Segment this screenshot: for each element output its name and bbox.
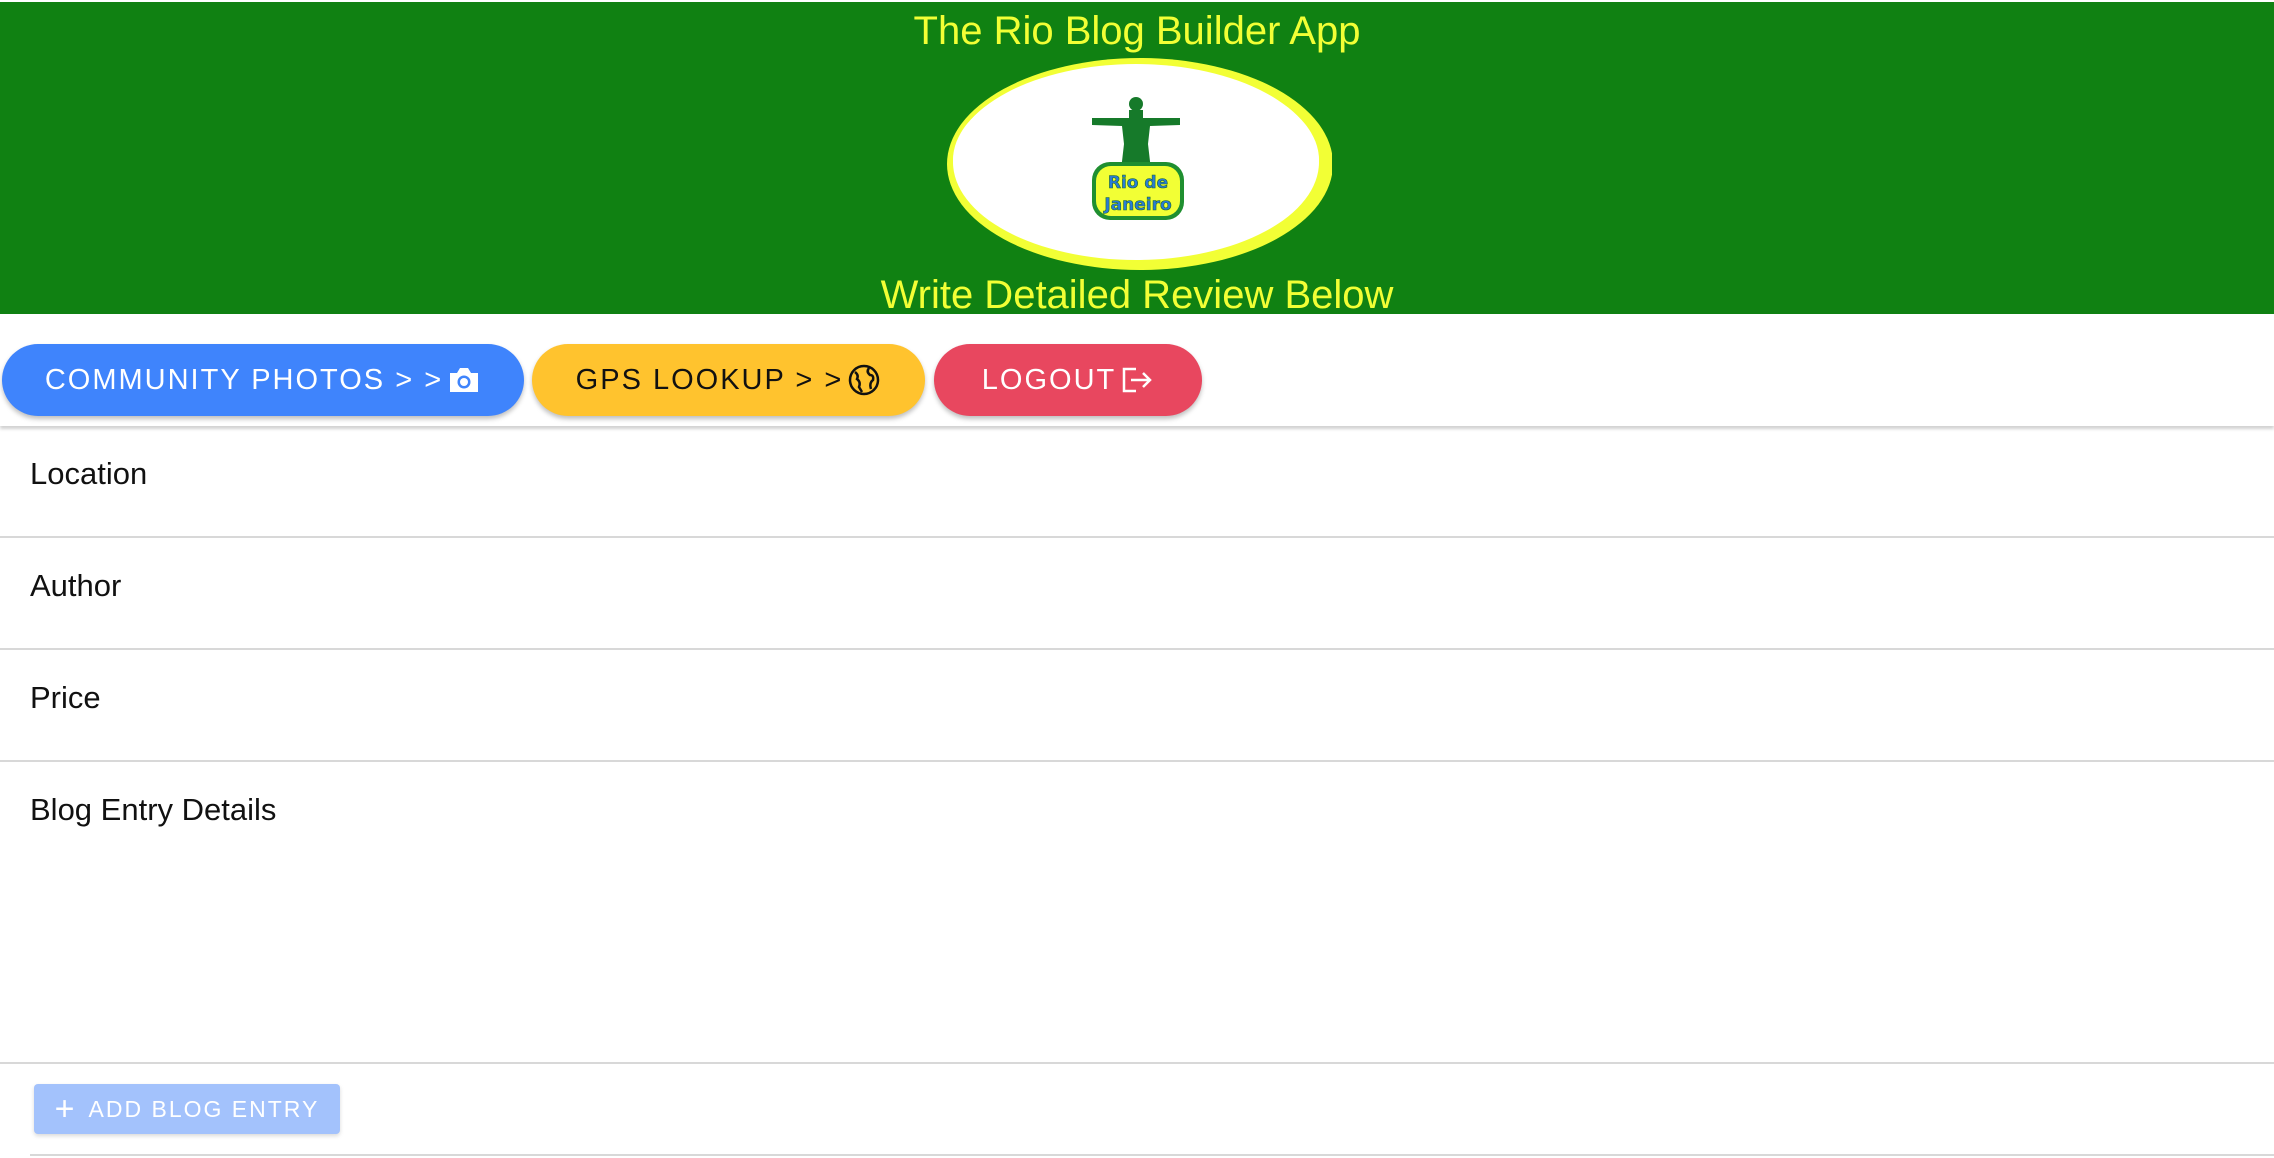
price-field[interactable]: Price — [0, 650, 2274, 762]
submit-row: + ADD BLOG ENTRY — [30, 1062, 2274, 1156]
toolbar: COMMUNITY PHOTOS > > GPS LOOKUP > > LOGO… — [0, 314, 2274, 426]
blog-entry-form: Location Author Price Blog Entry Details — [0, 426, 2274, 1064]
logout-button[interactable]: LOGOUT — [934, 344, 1202, 416]
gps-lookup-button[interactable]: GPS LOOKUP > > — [532, 344, 925, 416]
location-input[interactable] — [30, 496, 2244, 528]
logo-text-line2: Janeiro — [1103, 195, 1171, 215]
author-input[interactable] — [30, 608, 2244, 640]
camera-icon — [447, 366, 481, 394]
price-label: Price — [30, 680, 101, 715]
add-blog-entry-button[interactable]: + ADD BLOG ENTRY — [34, 1084, 340, 1134]
details-textarea[interactable] — [30, 842, 2244, 1042]
app-header: The Rio Blog Builder App Rio de Janeiro … — [0, 2, 2274, 317]
community-photos-label: COMMUNITY PHOTOS > > — [44, 363, 444, 396]
globe-icon — [847, 363, 881, 397]
page-subtitle: Write Detailed Review Below — [880, 273, 1394, 317]
community-photos-button[interactable]: COMMUNITY PHOTOS > > — [2, 344, 524, 416]
app-title: The Rio Blog Builder App — [913, 9, 1361, 53]
location-field[interactable]: Location — [0, 426, 2274, 538]
author-field[interactable]: Author — [0, 538, 2274, 650]
price-input[interactable] — [30, 720, 2244, 752]
details-label: Blog Entry Details — [30, 792, 277, 827]
plus-icon: + — [54, 1090, 77, 1128]
logout-label: LOGOUT — [981, 363, 1117, 396]
gps-lookup-label: GPS LOOKUP > > — [575, 363, 844, 396]
logout-icon — [1120, 365, 1154, 395]
details-field[interactable]: Blog Entry Details — [0, 762, 2274, 1064]
rio-logo: Rio de Janeiro — [947, 58, 1332, 270]
location-label: Location — [30, 456, 148, 491]
add-blog-entry-label: ADD BLOG ENTRY — [88, 1095, 320, 1122]
logo-text-line1: Rio de — [1108, 173, 1168, 193]
author-label: Author — [30, 568, 122, 603]
